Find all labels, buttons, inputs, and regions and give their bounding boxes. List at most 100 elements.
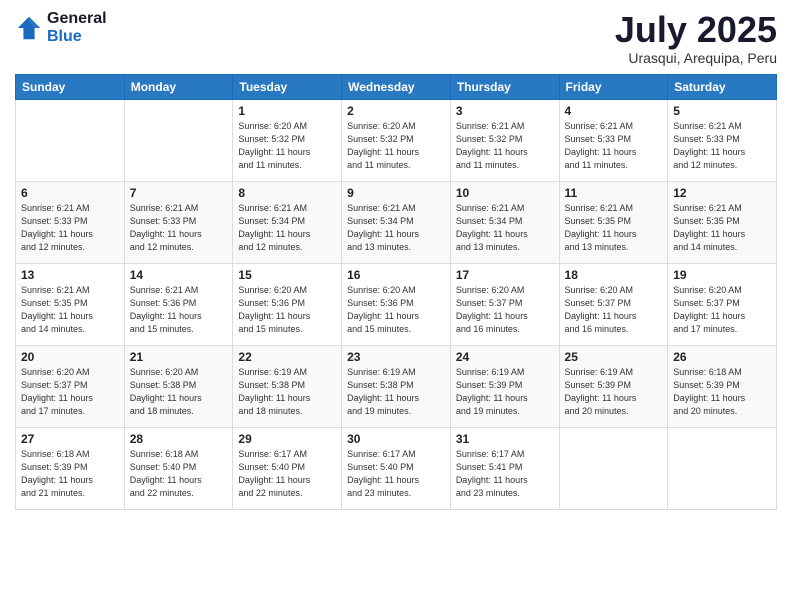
day-number: 15: [238, 268, 336, 282]
sunrise-text: Sunrise: 6:20 AM: [21, 367, 90, 377]
daylight-text: Daylight: 11 hoursand 11 minutes.: [565, 147, 637, 170]
logo-blue-text: Blue: [47, 28, 107, 46]
day-cell: 12 Sunrise: 6:21 AM Sunset: 5:35 PM Dayl…: [668, 181, 777, 263]
sunset-text: Sunset: 5:39 PM: [21, 462, 88, 472]
day-cell: 31 Sunrise: 6:17 AM Sunset: 5:41 PM Dayl…: [450, 427, 559, 509]
day-info: Sunrise: 6:20 AM Sunset: 5:36 PM Dayligh…: [238, 284, 336, 336]
sunrise-text: Sunrise: 6:19 AM: [565, 367, 634, 377]
day-number: 18: [565, 268, 663, 282]
daylight-text: Daylight: 11 hoursand 18 minutes.: [130, 393, 202, 416]
header: General Blue July 2025 Urasqui, Arequipa…: [15, 10, 777, 66]
sunrise-text: Sunrise: 6:20 AM: [238, 121, 307, 131]
day-cell: [124, 99, 233, 181]
day-info: Sunrise: 6:19 AM Sunset: 5:38 PM Dayligh…: [347, 366, 445, 418]
sunrise-text: Sunrise: 6:17 AM: [347, 449, 416, 459]
sunset-text: Sunset: 5:34 PM: [347, 216, 414, 226]
day-cell: 20 Sunrise: 6:20 AM Sunset: 5:37 PM Dayl…: [16, 345, 125, 427]
sunset-text: Sunset: 5:33 PM: [673, 134, 740, 144]
header-tuesday: Tuesday: [233, 74, 342, 99]
sunset-text: Sunset: 5:40 PM: [238, 462, 305, 472]
day-info: Sunrise: 6:18 AM Sunset: 5:39 PM Dayligh…: [21, 448, 119, 500]
day-info: Sunrise: 6:21 AM Sunset: 5:34 PM Dayligh…: [238, 202, 336, 254]
day-number: 6: [21, 186, 119, 200]
week-row-2: 6 Sunrise: 6:21 AM Sunset: 5:33 PM Dayli…: [16, 181, 777, 263]
sunset-text: Sunset: 5:33 PM: [565, 134, 632, 144]
sunset-text: Sunset: 5:37 PM: [565, 298, 632, 308]
day-info: Sunrise: 6:17 AM Sunset: 5:40 PM Dayligh…: [347, 448, 445, 500]
day-number: 20: [21, 350, 119, 364]
calendar-table: Sunday Monday Tuesday Wednesday Thursday…: [15, 74, 777, 510]
sunrise-text: Sunrise: 6:21 AM: [456, 203, 525, 213]
sunrise-text: Sunrise: 6:19 AM: [347, 367, 416, 377]
sunrise-text: Sunrise: 6:21 AM: [565, 121, 634, 131]
day-cell: [16, 99, 125, 181]
day-info: Sunrise: 6:21 AM Sunset: 5:35 PM Dayligh…: [21, 284, 119, 336]
day-info: Sunrise: 6:21 AM Sunset: 5:33 PM Dayligh…: [21, 202, 119, 254]
day-cell: 28 Sunrise: 6:18 AM Sunset: 5:40 PM Dayl…: [124, 427, 233, 509]
day-number: 28: [130, 432, 228, 446]
sunrise-text: Sunrise: 6:20 AM: [347, 285, 416, 295]
sunset-text: Sunset: 5:37 PM: [673, 298, 740, 308]
day-info: Sunrise: 6:21 AM Sunset: 5:34 PM Dayligh…: [456, 202, 554, 254]
day-info: Sunrise: 6:17 AM Sunset: 5:40 PM Dayligh…: [238, 448, 336, 500]
day-info: Sunrise: 6:18 AM Sunset: 5:40 PM Dayligh…: [130, 448, 228, 500]
day-cell: 8 Sunrise: 6:21 AM Sunset: 5:34 PM Dayli…: [233, 181, 342, 263]
header-sunday: Sunday: [16, 74, 125, 99]
sunset-text: Sunset: 5:39 PM: [673, 380, 740, 390]
sunset-text: Sunset: 5:37 PM: [21, 380, 88, 390]
day-info: Sunrise: 6:20 AM Sunset: 5:37 PM Dayligh…: [456, 284, 554, 336]
day-info: Sunrise: 6:21 AM Sunset: 5:35 PM Dayligh…: [673, 202, 771, 254]
daylight-text: Daylight: 11 hoursand 19 minutes.: [456, 393, 528, 416]
day-cell: 18 Sunrise: 6:20 AM Sunset: 5:37 PM Dayl…: [559, 263, 668, 345]
week-row-5: 27 Sunrise: 6:18 AM Sunset: 5:39 PM Dayl…: [16, 427, 777, 509]
day-cell: 17 Sunrise: 6:20 AM Sunset: 5:37 PM Dayl…: [450, 263, 559, 345]
day-info: Sunrise: 6:20 AM Sunset: 5:37 PM Dayligh…: [565, 284, 663, 336]
sunset-text: Sunset: 5:36 PM: [347, 298, 414, 308]
sunrise-text: Sunrise: 6:18 AM: [130, 449, 199, 459]
title-area: July 2025 Urasqui, Arequipa, Peru: [615, 10, 777, 66]
day-cell: 24 Sunrise: 6:19 AM Sunset: 5:39 PM Dayl…: [450, 345, 559, 427]
day-cell: 26 Sunrise: 6:18 AM Sunset: 5:39 PM Dayl…: [668, 345, 777, 427]
daylight-text: Daylight: 11 hoursand 11 minutes.: [456, 147, 528, 170]
day-number: 9: [347, 186, 445, 200]
sunset-text: Sunset: 5:33 PM: [21, 216, 88, 226]
week-row-3: 13 Sunrise: 6:21 AM Sunset: 5:35 PM Dayl…: [16, 263, 777, 345]
day-number: 17: [456, 268, 554, 282]
day-number: 7: [130, 186, 228, 200]
sunset-text: Sunset: 5:39 PM: [456, 380, 523, 390]
day-cell: 7 Sunrise: 6:21 AM Sunset: 5:33 PM Dayli…: [124, 181, 233, 263]
sunset-text: Sunset: 5:35 PM: [565, 216, 632, 226]
day-info: Sunrise: 6:20 AM Sunset: 5:32 PM Dayligh…: [347, 120, 445, 172]
daylight-text: Daylight: 11 hoursand 15 minutes.: [238, 311, 310, 334]
day-cell: 29 Sunrise: 6:17 AM Sunset: 5:40 PM Dayl…: [233, 427, 342, 509]
sunrise-text: Sunrise: 6:21 AM: [565, 203, 634, 213]
sunset-text: Sunset: 5:36 PM: [238, 298, 305, 308]
day-number: 31: [456, 432, 554, 446]
logo: General Blue: [15, 10, 107, 45]
day-number: 30: [347, 432, 445, 446]
day-cell: 6 Sunrise: 6:21 AM Sunset: 5:33 PM Dayli…: [16, 181, 125, 263]
sunrise-text: Sunrise: 6:21 AM: [456, 121, 525, 131]
day-info: Sunrise: 6:18 AM Sunset: 5:39 PM Dayligh…: [673, 366, 771, 418]
day-info: Sunrise: 6:20 AM Sunset: 5:38 PM Dayligh…: [130, 366, 228, 418]
header-friday: Friday: [559, 74, 668, 99]
logo-general-text: General: [47, 10, 107, 28]
daylight-text: Daylight: 11 hoursand 12 minutes.: [21, 229, 93, 252]
day-info: Sunrise: 6:19 AM Sunset: 5:39 PM Dayligh…: [456, 366, 554, 418]
day-number: 14: [130, 268, 228, 282]
sunrise-text: Sunrise: 6:20 AM: [673, 285, 742, 295]
sunset-text: Sunset: 5:39 PM: [565, 380, 632, 390]
day-number: 22: [238, 350, 336, 364]
daylight-text: Daylight: 11 hoursand 16 minutes.: [456, 311, 528, 334]
sunrise-text: Sunrise: 6:21 AM: [673, 121, 742, 131]
day-info: Sunrise: 6:21 AM Sunset: 5:33 PM Dayligh…: [565, 120, 663, 172]
sunrise-text: Sunrise: 6:21 AM: [347, 203, 416, 213]
day-cell: 9 Sunrise: 6:21 AM Sunset: 5:34 PM Dayli…: [342, 181, 451, 263]
day-info: Sunrise: 6:21 AM Sunset: 5:33 PM Dayligh…: [130, 202, 228, 254]
page: General Blue July 2025 Urasqui, Arequipa…: [0, 0, 792, 612]
day-number: 27: [21, 432, 119, 446]
day-cell: 2 Sunrise: 6:20 AM Sunset: 5:32 PM Dayli…: [342, 99, 451, 181]
daylight-text: Daylight: 11 hoursand 18 minutes.: [238, 393, 310, 416]
daylight-text: Daylight: 11 hoursand 20 minutes.: [565, 393, 637, 416]
day-info: Sunrise: 6:21 AM Sunset: 5:32 PM Dayligh…: [456, 120, 554, 172]
